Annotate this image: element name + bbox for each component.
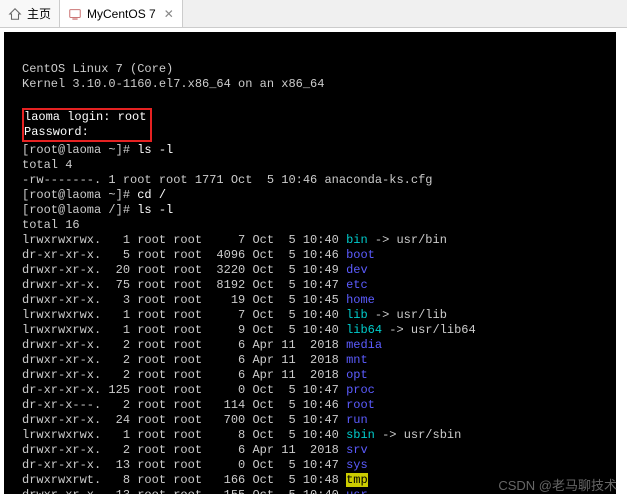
login-line: laoma login: root bbox=[24, 110, 146, 124]
prompt-3: [root@laoma /]# ls -l bbox=[22, 203, 173, 217]
tab-home-label: 主页 bbox=[27, 5, 51, 22]
watermark: CSDN @老马聊技术 bbox=[498, 475, 617, 494]
login-highlight: laoma login: root Password: bbox=[22, 108, 152, 142]
home-icon bbox=[8, 7, 22, 21]
banner-line-2: Kernel 3.10.0-1160.el7.x86_64 on an x86_… bbox=[22, 77, 324, 91]
tab-vm[interactable]: MyCentOS 7 ✕ bbox=[60, 0, 183, 27]
vm-icon bbox=[68, 7, 82, 21]
tab-vm-label: MyCentOS 7 bbox=[87, 7, 156, 21]
prompt-2: [root@laoma ~]# cd / bbox=[22, 188, 166, 202]
total-2: total 16 bbox=[22, 218, 80, 232]
total-1: total 4 bbox=[22, 158, 72, 172]
close-icon[interactable]: ✕ bbox=[164, 7, 174, 21]
tab-home[interactable]: 主页 bbox=[0, 0, 60, 27]
directory-listing: lrwxrwxrwx. 1 root root 7 Oct 5 10:40 bi… bbox=[22, 233, 608, 494]
terminal[interactable]: CentOS Linux 7 (Core) Kernel 3.10.0-1160… bbox=[4, 32, 616, 494]
prompt-1: [root@laoma ~]# ls -l bbox=[22, 143, 173, 157]
password-line: Password: bbox=[24, 125, 89, 139]
banner-line-1: CentOS Linux 7 (Core) bbox=[22, 62, 173, 76]
file-anaconda: -rw-------. 1 root root 1771 Oct 5 10:46… bbox=[22, 173, 432, 187]
tab-bar: 主页 MyCentOS 7 ✕ bbox=[0, 0, 627, 28]
